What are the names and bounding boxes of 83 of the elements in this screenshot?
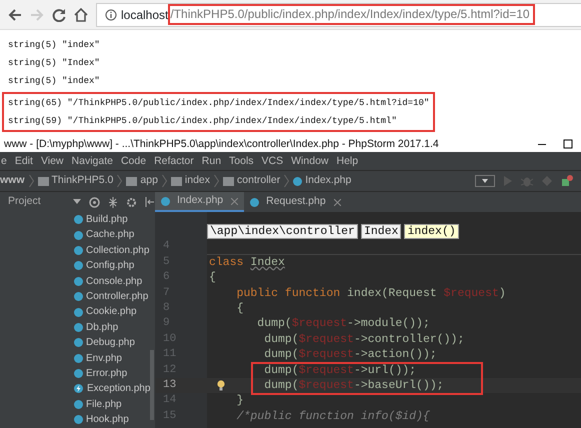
menu-item[interactable]: Refactor [154, 152, 194, 170]
address-bar[interactable]: localhost /ThinkPHP5.0/public/index.php/index/Index/index/type/5.html?id=10 [96, 2, 581, 26]
menu-item[interactable]: VCS [262, 152, 284, 170]
code-line: dump($request->module()); [256, 316, 431, 332]
reload-icon[interactable] [52, 8, 66, 22]
code-line: dump($request->action()); [263, 347, 438, 363]
menu-item[interactable]: Edit [14, 152, 33, 170]
dump-output: string(5) "index" [7, 39, 101, 52]
file-item[interactable]: Cookie.php [74, 304, 137, 320]
file-item[interactable]: Config.php [74, 258, 134, 274]
code-line: class Index [208, 254, 286, 270]
file-item[interactable]: Build.php [74, 212, 128, 228]
caret-icon[interactable] [72, 199, 81, 205]
hide-icon[interactable] [144, 197, 155, 207]
breadcrumb-item[interactable]: www [0, 173, 25, 189]
stop-icon[interactable] [561, 175, 573, 187]
code-line: { [208, 270, 217, 286]
file-item[interactable]: Error.php [74, 366, 128, 382]
breadcrumb-item[interactable]: index [170, 173, 210, 189]
maximize-icon[interactable] [563, 139, 573, 149]
menu-item[interactable]: Run [202, 152, 222, 170]
dump-output: string(65) "/ThinkPHP5.0/public/index.php/index/Index/index/type/5.html?id=10" [7, 97, 430, 110]
lightning-icon [74, 384, 83, 394]
panel-title[interactable]: Project [8, 194, 41, 210]
code-line: dump($request->url()); [263, 362, 418, 378]
code-line: /*public function info($id){ [236, 408, 431, 424]
breadcrumb-item[interactable]: ThinkPHP5.0 [38, 173, 114, 189]
lightbulb-icon[interactable] [217, 380, 225, 391]
menu-item[interactable]: Navigate [72, 152, 113, 170]
file-item[interactable]: Hook.php [74, 412, 129, 428]
editor-tab[interactable]: Request.php [244, 192, 347, 212]
class-icon [161, 196, 170, 206]
menu-item[interactable]: Help [336, 152, 358, 170]
file-item[interactable]: Cache.php [74, 227, 134, 243]
code-line: dump($request->controller()); [263, 332, 466, 348]
file-item[interactable]: Collection.php [74, 242, 150, 258]
breadcrumb-popup-item[interactable]: \app\index\controller [207, 224, 358, 240]
file-item[interactable]: Debug.php [74, 335, 135, 351]
dropdown-icon[interactable] [475, 175, 495, 187]
dump-output: string(59) "/ThinkPHP5.0/public/index.php/index/Index/index/type/5.html" [7, 115, 398, 128]
back-icon[interactable] [8, 8, 22, 22]
file-item[interactable]: Env.php [74, 350, 122, 366]
menu-item[interactable]: Code [120, 152, 146, 170]
file-item[interactable]: Controller.php [74, 288, 148, 304]
menu-item[interactable]: Window [291, 152, 328, 170]
file-item[interactable]: Db.php [74, 320, 118, 336]
dump-output: string(5) "Index" [7, 57, 101, 70]
breadcrumb-popup-item[interactable]: Index [360, 224, 402, 240]
chevron-icon [162, 174, 167, 188]
file-item[interactable]: Console.php [74, 274, 142, 289]
breadcrumb-popup-item[interactable]: index() [404, 224, 459, 240]
file-item[interactable]: File.php [74, 396, 122, 412]
breadcrumb-item[interactable]: controller [223, 173, 280, 189]
menu-item[interactable]: View [40, 152, 64, 170]
editor-tab[interactable]: Index.php [155, 192, 244, 212]
dump-output: string(5) "index" [7, 75, 101, 88]
chevron-icon [28, 174, 34, 188]
file-item[interactable]: Exception.php [74, 381, 150, 397]
menu-item[interactable]: Tools [229, 152, 254, 170]
chevron-icon [284, 174, 290, 188]
home-icon[interactable] [74, 8, 88, 22]
collapse-icon[interactable] [108, 196, 118, 208]
window-title: www - [D:\myphp\www] - ...\ThinkPHP5.0\app\index\controller\Index.php - PhpStorm 2017.1.4 [4, 137, 440, 152]
gear-icon[interactable] [126, 196, 137, 208]
folder-icon [38, 176, 49, 186]
code-line: } [236, 393, 245, 409]
target-icon[interactable] [88, 196, 100, 208]
close-icon[interactable] [334, 198, 341, 206]
folder-icon [126, 176, 138, 186]
url-host: localhost [121, 6, 168, 24]
chevron-icon [117, 174, 122, 188]
info-icon [105, 8, 117, 20]
code-line: { [236, 300, 245, 316]
breadcrumb-item[interactable]: app [126, 173, 158, 189]
class-icon [250, 198, 260, 206]
class-icon [293, 176, 302, 186]
url-path: /ThinkPHP5.0/public/index.php/index/Index/index/type/5.html?id=10 [168, 4, 535, 25]
menu-item[interactable]: e [1, 152, 7, 170]
folder-icon [223, 176, 234, 186]
breadcrumb-item[interactable]: Index.php [293, 173, 352, 189]
chevron-icon [214, 174, 220, 188]
code-line: public function index(Request $request) [236, 286, 507, 301]
folder-icon [170, 176, 182, 186]
